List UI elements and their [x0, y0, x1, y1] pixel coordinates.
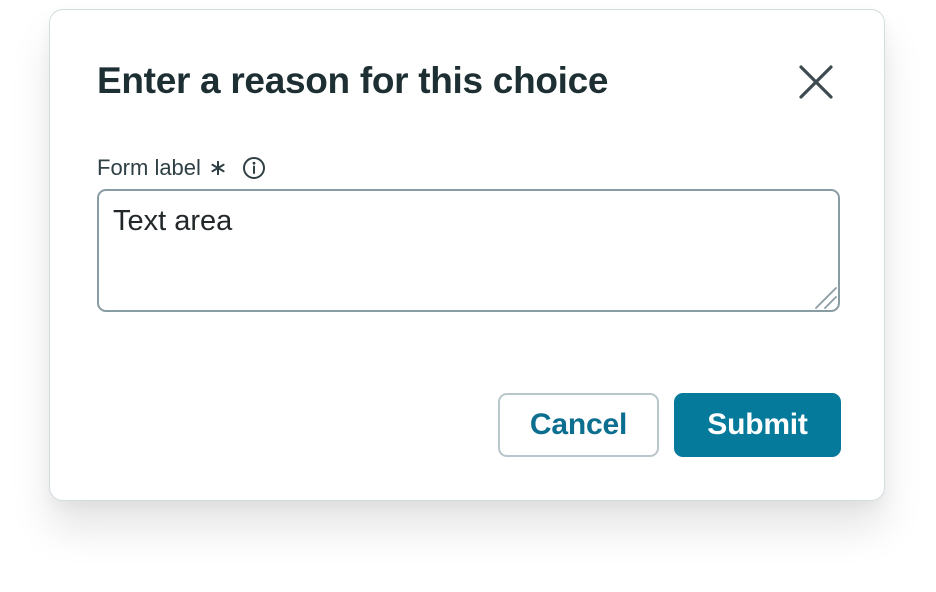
- cancel-button[interactable]: Cancel: [498, 393, 659, 457]
- modal-dialog: Enter a reason for this choice Form labe…: [49, 9, 885, 501]
- submit-button[interactable]: Submit: [674, 393, 841, 457]
- resize-handle-icon[interactable]: [812, 284, 838, 310]
- field-label-row: Form label: [97, 153, 266, 183]
- info-icon[interactable]: [242, 156, 266, 180]
- close-icon: [799, 65, 833, 99]
- close-button[interactable]: [794, 60, 838, 104]
- field-label: Form label: [97, 155, 201, 180]
- asterisk-icon: [211, 161, 225, 175]
- dialog-title: Enter a reason for this choice: [97, 60, 609, 101]
- reason-textarea[interactable]: Text area: [97, 189, 840, 312]
